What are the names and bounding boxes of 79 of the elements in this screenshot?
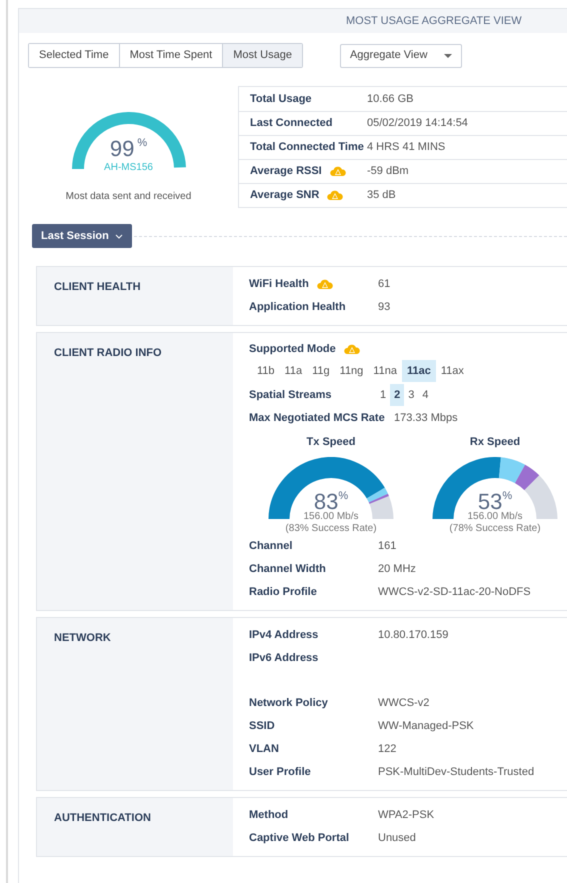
gauge-unit: % [502,490,512,504]
field-value: 122 [378,742,396,758]
summary-value: 05/02/2019 14:14:54 [367,116,468,132]
section-title: CLIENT RADIO INFO [54,347,162,359]
gauge-unit: % [338,490,348,504]
field-label: Supported Mode [249,342,336,357]
gauge-segment [514,464,539,490]
field-value: WWCS-v2-SD-11ac-20-NoDFS [378,585,531,600]
warning-icon [316,278,333,291]
gauge-success-rate: (83% Success Rate) [285,523,377,535]
stream-option: 1 [376,384,390,406]
field-label: Channel Width [249,562,326,578]
field-value: 20 MHz [378,562,416,578]
field-label: WiFi Health [249,277,309,292]
usage-value: 99 [110,138,134,160]
field-label: SSID [249,719,275,734]
device-name: AH-MS156 [104,161,153,175]
summary-value: 10.66 GB [367,92,414,107]
stream-option: 2 [390,384,404,406]
field-label: Radio Profile [249,585,317,600]
field-value: 173.33 Mbps [394,411,458,426]
field-value: WW-Managed-PSK [378,719,474,734]
gauge-rate: 156.00 Mb/s [303,511,359,523]
field-value: WPA2-PSK [378,808,434,824]
stream-option: 3 [404,384,418,406]
field-value: Unused [378,831,416,846]
field-label: IPv4 Address [249,628,318,644]
section-title: AUTHENTICATION [54,812,151,824]
field-label: User Profile [249,765,311,780]
mode-option: 11g [307,360,335,382]
field-label: Network Policy [249,696,328,712]
mode-option: 11ng [334,360,368,382]
mode-option: 11ac [402,360,436,382]
field-label: Max Negotiated MCS Rate [249,411,385,426]
usage-unit: % [137,138,148,151]
field-label: Spatial Streams [249,388,333,403]
gauge-value: 83 [314,490,338,512]
warning-icon [327,189,344,202]
chevron-icon [114,234,123,238]
field-label: Method [249,808,288,824]
gauge-title: Rx Speed [470,435,520,450]
caret-icon [444,54,452,58]
mode-option: 11b [252,360,280,382]
view-dropdown[interactable]: Aggregate View [340,44,462,68]
summary-label: Total Usage [250,92,312,107]
field-label: Channel [249,539,292,554]
gauge-title: Tx Speed [306,435,356,450]
field-label: Captive Web Portal [249,831,350,846]
summary-label: Average SNR [250,188,320,204]
warning-icon [330,165,346,178]
time-tab[interactable]: Most Usage [222,44,302,67]
summary-label: Total Connected Time [250,140,364,156]
field-value: WWCS-v2 [378,696,430,712]
summary-value: 4 HRS 41 MINS [367,140,446,156]
field-label: VLAN [249,742,279,758]
gauge-success-rate: (78% Success Rate) [449,523,541,535]
gauge-value: 53 [478,490,502,512]
summary-value: -59 dBm [367,164,409,180]
mode-option: 11na [368,360,402,382]
field-value: 61 [378,277,390,292]
summary-value: 35 dB [367,188,396,204]
field-value: 161 [378,539,396,554]
field-label: Application Health [249,300,346,316]
summary-label: Last Connected [250,116,333,132]
field-value: PSK-MultiDev-Students-Trusted [378,765,534,780]
summary-label: Average RSSI [250,164,322,180]
stream-option: 4 [418,384,432,406]
usage-caption: Most data sent and received [66,190,192,204]
session-button[interactable]: Last Session [32,224,132,248]
gauge-rate: 156.00 Mb/s [467,511,523,523]
field-value: 93 [378,300,390,316]
mode-option: 11a [280,360,308,382]
section-title: CLIENT HEALTH [54,281,141,293]
field-label: IPv6 Address [249,651,318,666]
field-value: 10.80.170.159 [378,628,448,644]
section-title: NETWORK [54,632,111,644]
header-title: MOST USAGE AGGREGATE VIEW [346,14,522,29]
mode-option: 11ax [436,360,469,382]
warning-icon [344,342,360,356]
